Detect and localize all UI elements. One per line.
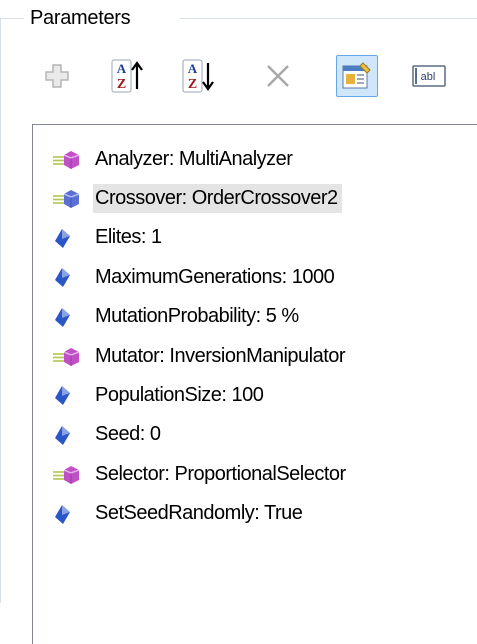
parameter-item[interactable]: Selector: ProportionalSelector (33, 455, 350, 493)
parameter-item[interactable]: Analyzer: MultiAnalyzer (33, 140, 296, 178)
operator-parameter-icon (33, 344, 93, 368)
text-edit-button[interactable]: abl (408, 55, 450, 97)
svg-text:A: A (188, 61, 198, 76)
add-button[interactable] (36, 55, 78, 97)
parameter-label: Mutator: InversionManipulator (95, 344, 346, 367)
parameter-item[interactable]: Elites: 1 (33, 219, 166, 257)
parameter-label: Elites: 1 (95, 226, 162, 249)
operator-parameter-icon (33, 147, 93, 171)
details-view-icon (342, 62, 371, 89)
value-parameter-icon (33, 226, 93, 250)
parameter-item[interactable]: PopulationSize: 100 (33, 376, 267, 414)
close-icon (267, 65, 289, 87)
move-up-button[interactable]: A Z (107, 55, 149, 97)
parameter-item[interactable]: Seed: 0 (33, 416, 164, 454)
value-parameter-icon (33, 383, 93, 407)
parameter-item[interactable]: Mutator: InversionManipulator (33, 337, 349, 375)
svg-text:A: A (117, 61, 127, 76)
group-border (0, 18, 1, 603)
svg-text:abl: abl (421, 71, 436, 83)
parameter-label: MutationProbability: 5 % (95, 305, 299, 328)
parameter-item[interactable]: Crossover: OrderCrossover2 (33, 179, 342, 217)
value-parameter-icon (33, 305, 93, 329)
value-parameter-icon (33, 265, 93, 289)
svg-text:Z: Z (117, 77, 126, 92)
plus-icon (45, 64, 69, 88)
remove-button[interactable] (257, 55, 299, 97)
parameters-list[interactable]: Analyzer: MultiAnalyzer Crossover: OrderC… (32, 124, 477, 644)
move-down-button[interactable]: A Z (178, 55, 220, 97)
value-parameter-icon (33, 502, 93, 526)
operator-parameter-icon (33, 462, 93, 486)
text-field-icon: abl (412, 65, 446, 87)
operator-parameter-selected-icon (33, 186, 93, 210)
parameter-label: SetSeedRandomly: True (95, 502, 303, 525)
show-details-button[interactable] (336, 55, 378, 97)
parameter-label: PopulationSize: 100 (95, 383, 264, 406)
parameter-item[interactable]: SetSeedRandomly: True (33, 495, 306, 533)
parameter-label: MaximumGenerations: 1000 (95, 265, 335, 288)
parameter-label: Crossover: OrderCrossover2 (93, 183, 342, 213)
parameter-label: Seed: 0 (95, 423, 161, 446)
sort-az-down-icon: A Z (182, 59, 214, 93)
value-parameter-icon (33, 423, 93, 447)
sort-az-up-icon: A Z (111, 59, 143, 93)
group-border (0, 18, 24, 19)
svg-text:Z: Z (188, 77, 197, 92)
parameter-label: Analyzer: MultiAnalyzer (95, 147, 293, 170)
parameter-item[interactable]: MutationProbability: 5 % (33, 298, 303, 336)
parameter-label: Selector: ProportionalSelector (95, 462, 346, 485)
group-border (180, 18, 477, 19)
parameter-item[interactable]: MaximumGenerations: 1000 (33, 258, 338, 296)
group-title: Parameters (28, 6, 133, 30)
